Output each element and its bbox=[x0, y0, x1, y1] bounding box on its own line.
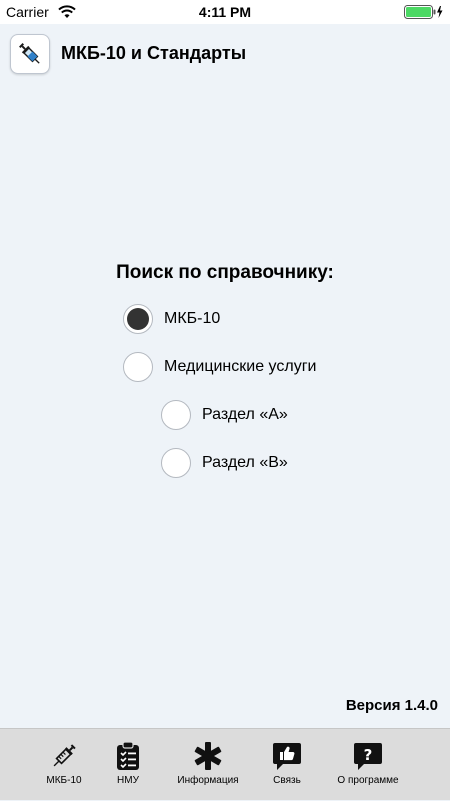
tab-label: О программе bbox=[337, 775, 399, 786]
thumbs-up-chat-icon bbox=[272, 741, 302, 776]
radio-label: МКБ-10 bbox=[164, 310, 221, 327]
tab-nmu[interactable]: НМУ bbox=[104, 729, 152, 801]
battery-charging-icon bbox=[404, 5, 444, 24]
clipboard-checklist-icon bbox=[115, 741, 141, 776]
tab-information[interactable]: Информация bbox=[172, 729, 244, 801]
asterisk-icon bbox=[193, 741, 223, 776]
tab-label: НМУ bbox=[117, 775, 139, 786]
app-title: МКБ-10 и Стандарты bbox=[61, 43, 247, 63]
syringe-icon bbox=[49, 741, 79, 776]
radio-label: Раздел «А» bbox=[202, 406, 288, 423]
tab-contact[interactable]: Связь bbox=[264, 729, 310, 801]
version-label: Версия 1.4.0 bbox=[345, 697, 438, 714]
question-chat-icon: ? bbox=[353, 741, 383, 776]
radio-label: Медицинские услуги bbox=[164, 358, 317, 375]
clock-time: 4:11 PM bbox=[198, 4, 252, 20]
radio-label: Раздел «В» bbox=[202, 454, 288, 471]
radio-button[interactable] bbox=[123, 352, 153, 382]
radio-button[interactable] bbox=[161, 448, 191, 478]
tab-label: Связь bbox=[273, 775, 301, 786]
radio-dot bbox=[127, 308, 149, 330]
app-header: МКБ-10 и Стандарты bbox=[0, 24, 450, 80]
syringe-icon bbox=[10, 34, 50, 74]
svg-text:?: ? bbox=[364, 746, 373, 764]
tab-about[interactable]: ? О программе bbox=[330, 729, 406, 801]
radio-button-selected[interactable] bbox=[123, 304, 153, 334]
radio-button[interactable] bbox=[161, 400, 191, 430]
search-heading: Поиск по справочнику: bbox=[116, 262, 334, 283]
tab-label: МКБ-10 bbox=[46, 775, 82, 786]
tab-mkb10[interactable]: МКБ-10 bbox=[34, 729, 94, 801]
tab-label: Информация bbox=[177, 775, 239, 786]
tab-bar: МКБ-10 НМУ Информация Связь ? О программ… bbox=[0, 728, 450, 800]
status-bar: Carrier 4:11 PM bbox=[0, 0, 450, 24]
